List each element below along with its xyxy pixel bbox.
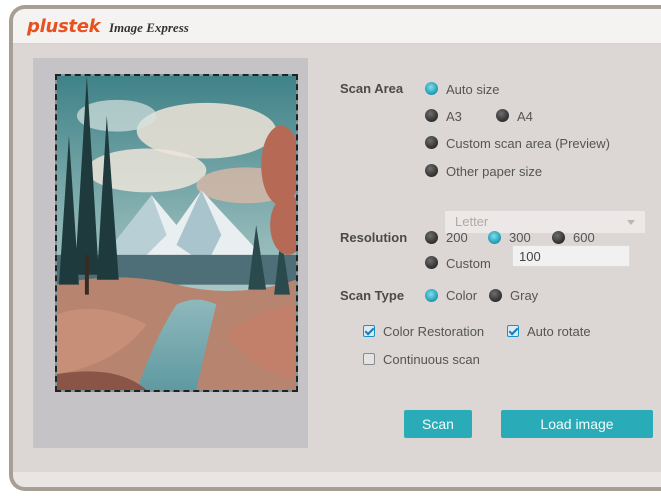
gray-radio[interactable] (489, 289, 502, 302)
auto-rotate-label: Auto rotate (527, 324, 591, 339)
plustek-logo: plustek (27, 16, 101, 37)
custom-scan-area-radio[interactable] (425, 136, 438, 149)
app-window: plustek Image Express Scan Area Auto siz… (9, 5, 661, 491)
resolution-300-label: 300 (509, 230, 531, 245)
scan-button[interactable]: Scan (404, 410, 472, 438)
gray-label: Gray (510, 288, 539, 303)
color-restoration-label: Color Restoration (383, 324, 485, 339)
color-radio[interactable] (425, 289, 438, 302)
color-restoration-checkbox[interactable] (363, 325, 375, 337)
continuous-scan-label: Continuous scan (383, 352, 480, 367)
app-title: Image Express (109, 20, 189, 35)
resolution-600-radio[interactable] (552, 231, 565, 244)
resolution-300-radio[interactable] (488, 231, 501, 244)
resolution-label: Resolution (340, 230, 408, 245)
paper-size-value: Letter (455, 214, 489, 229)
resolution-custom-label: Custom (446, 256, 491, 271)
scan-area-label: Scan Area (340, 81, 404, 96)
custom-scan-area-label: Custom scan area (Preview) (446, 136, 610, 151)
load-image-button[interactable]: Load image (501, 410, 653, 438)
preview-pane (33, 58, 308, 448)
scanned-image-preview[interactable] (55, 74, 298, 392)
paper-size-select[interactable]: Letter (445, 211, 645, 233)
custom-resolution-input[interactable]: 100 (512, 245, 630, 267)
auto-rotate-checkbox[interactable] (507, 325, 519, 337)
other-paper-size-radio[interactable] (425, 164, 438, 177)
title-bar: plustek Image Express (13, 9, 661, 44)
resolution-custom-radio[interactable] (425, 256, 438, 269)
resolution-200-label: 200 (446, 230, 468, 245)
custom-resolution-value: 100 (519, 249, 541, 264)
auto-size-label: Auto size (446, 82, 500, 97)
a4-radio[interactable] (496, 109, 509, 122)
a4-label: A4 (517, 109, 533, 124)
status-bar (13, 472, 661, 487)
landscape-painting-image (57, 76, 296, 390)
resolution-600-label: 600 (573, 230, 595, 245)
continuous-scan-checkbox[interactable] (363, 353, 375, 365)
auto-size-radio[interactable] (425, 82, 438, 95)
chevron-down-icon (627, 220, 635, 225)
a3-radio[interactable] (425, 109, 438, 122)
scan-type-label: Scan Type (340, 288, 405, 303)
resolution-200-radio[interactable] (425, 231, 438, 244)
other-paper-size-label: Other paper size (446, 164, 543, 179)
color-label: Color (446, 288, 478, 303)
main-panel: Scan Area Auto size A3 A4 Custom scan ar… (13, 44, 661, 472)
a3-label: A3 (446, 109, 462, 124)
